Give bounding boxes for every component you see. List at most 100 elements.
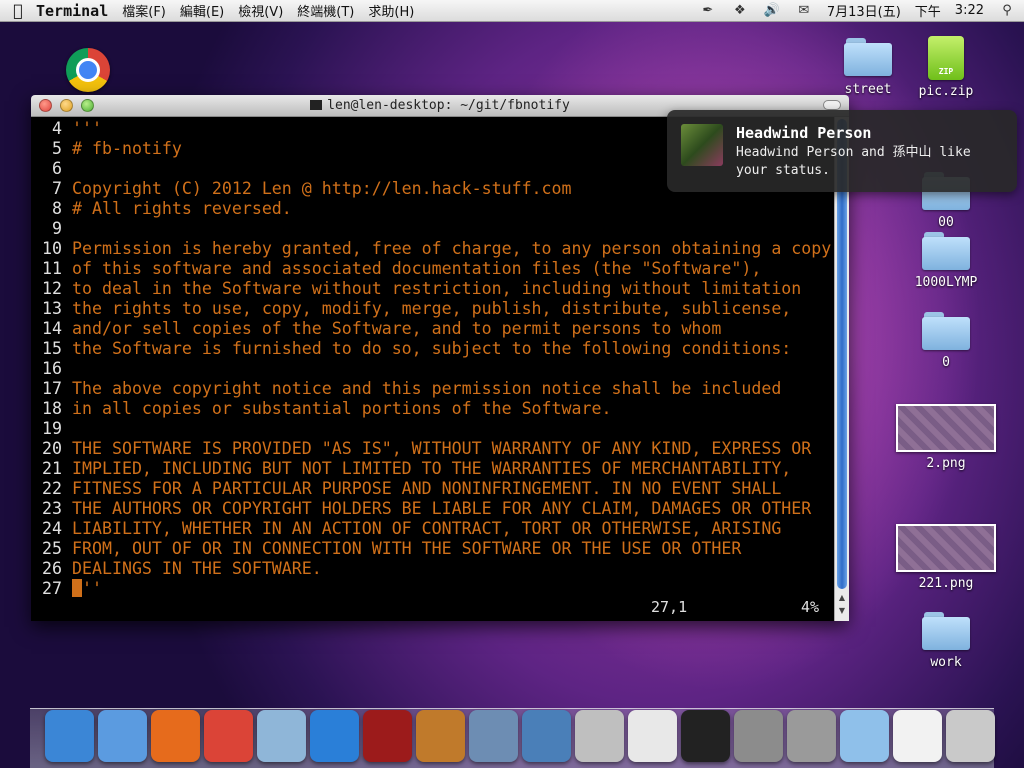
terminal-icon[interactable] xyxy=(681,710,730,762)
line-number: 22 xyxy=(42,479,62,498)
image-thumbnail xyxy=(896,524,996,572)
scroll-down-arrow-icon[interactable]: ▼ xyxy=(836,606,848,615)
code-line: 9 xyxy=(31,219,849,239)
line-number: 23 xyxy=(42,499,62,518)
menu-terminal[interactable]: 終端機(T) xyxy=(297,1,354,20)
line-text: The above copyright notice and this perm… xyxy=(72,379,782,398)
line-number: 13 xyxy=(42,299,62,318)
desktop-file-pic-zip[interactable]: ZIP pic.zip xyxy=(906,36,986,99)
cursor-position: 27,1 xyxy=(651,598,688,616)
line-number: 14 xyxy=(42,319,62,338)
scroll-percent: 4% xyxy=(800,598,819,616)
window-title-text: len@len-desktop: ~/git/fbnotify xyxy=(327,98,570,113)
notification-popup[interactable]: Headwind Person Headwind Person and 孫中山 … xyxy=(667,110,1017,192)
code-line: 12 to deal in the Software without restri… xyxy=(31,279,849,299)
code-line: 20 THE SOFTWARE IS PROVIDED "AS IS", WITH… xyxy=(31,439,849,459)
dropbox-icon[interactable]: ❖ xyxy=(731,3,749,18)
desktop-folder-work[interactable]: work xyxy=(906,612,986,670)
line-text: FITNESS FOR A PARTICULAR PURPOSE AND NON… xyxy=(72,479,782,498)
code-line: 11 of this software and associated docume… xyxy=(31,259,849,279)
code-line: 15 the Software is furnished to do so, su… xyxy=(31,339,849,359)
r-app-icon[interactable] xyxy=(893,710,942,762)
menu-file[interactable]: 檔案(F) xyxy=(122,1,166,20)
line-text: of this software and associated document… xyxy=(72,259,762,278)
desktop-icon-label: pic.zip xyxy=(918,84,974,99)
notification-message: Headwind Person and 孫中山 like your status… xyxy=(736,145,971,178)
iphoto-icon[interactable] xyxy=(416,710,465,762)
spotlight-search-icon[interactable]: ⚲ xyxy=(998,3,1016,18)
zip-badge: ZIP xyxy=(938,67,954,76)
app-name[interactable]: Terminal xyxy=(36,2,108,20)
scroll-up-arrow-icon[interactable]: ▲ xyxy=(836,593,848,602)
line-number: 6 xyxy=(52,159,62,178)
ampm-label[interactable]: 下午 xyxy=(915,1,941,20)
date-label[interactable]: 7月13日(五) xyxy=(827,1,901,20)
desktop-folder-street[interactable]: street xyxy=(828,38,908,97)
itunes-icon[interactable] xyxy=(310,710,359,762)
line-number: 20 xyxy=(42,439,62,458)
folder-icon xyxy=(844,38,892,76)
desktop-icon-label: 00 xyxy=(938,215,954,230)
mail-status-icon[interactable]: ✉ xyxy=(795,3,813,18)
line-number: 8 xyxy=(52,199,62,218)
dock xyxy=(45,702,995,762)
printer-icon[interactable] xyxy=(575,710,624,762)
mail-icon[interactable] xyxy=(257,710,306,762)
menu-view[interactable]: 檢視(V) xyxy=(238,1,283,20)
line-number: 10 xyxy=(42,239,62,258)
code-line: 13 the rights to use, copy, modify, merge… xyxy=(31,299,849,319)
desktop-file-2-png[interactable]: 2.png xyxy=(896,404,996,471)
folder-icon[interactable] xyxy=(840,710,889,762)
line-number: 16 xyxy=(42,359,62,378)
pen-icon[interactable]: ✒ xyxy=(699,3,717,18)
line-text: and/or sell copies of the Software, and … xyxy=(72,319,722,338)
anchor-icon[interactable] xyxy=(45,710,94,762)
code-line: 16 xyxy=(31,359,849,379)
line-text: ''' xyxy=(72,119,102,138)
line-text: to deal in the Software without restrict… xyxy=(72,279,802,298)
finder-icon[interactable] xyxy=(98,710,147,762)
desktop-file-221-png[interactable]: 221.png xyxy=(896,524,996,591)
line-text: # fb-notify xyxy=(72,139,182,158)
line-text-content: '' xyxy=(82,579,102,598)
terminal-icon xyxy=(310,100,323,110)
line-number: 4 xyxy=(52,119,62,138)
line-number: 26 xyxy=(42,559,62,578)
preview-icon[interactable] xyxy=(469,710,518,762)
terminal-content[interactable]: 4 ''' 5 # fb-notify 6 7 Copyright (C) 2012 Len… xyxy=(31,117,849,621)
line-text: Copyright (C) 2012 Len @ http://len.hack… xyxy=(72,179,572,198)
trash-icon[interactable] xyxy=(946,710,995,762)
desktop-folder-1000lymp[interactable]: 1000LYMP xyxy=(906,232,986,290)
line-text: IMPLIED, INCLUDING BUT NOT LIMITED TO TH… xyxy=(72,459,792,478)
apple-icon[interactable]:  xyxy=(0,1,36,20)
desktop-folder-0[interactable]: 0 xyxy=(906,312,986,370)
chrome-icon[interactable] xyxy=(204,710,253,762)
menu-edit[interactable]: 編輯(E) xyxy=(180,1,224,20)
line-text: THE SOFTWARE IS PROVIDED "AS IS", WITHOU… xyxy=(72,439,812,458)
calculator-icon[interactable] xyxy=(734,710,783,762)
clock[interactable]: 3:22 xyxy=(955,3,984,18)
code-line: 17 The above copyright notice and this pe… xyxy=(31,379,849,399)
line-number: 12 xyxy=(42,279,62,298)
toolbar-toggle-button[interactable] xyxy=(823,100,841,110)
chrome-desktop-icon[interactable] xyxy=(66,48,110,92)
desktop-icon-label: 2.png xyxy=(926,456,966,471)
desktop-icon-label: 221.png xyxy=(918,576,974,591)
code-line: 23 THE AUTHORS OR COPYRIGHT HOLDERS BE LI… xyxy=(31,499,849,519)
vertical-scrollbar[interactable]: ▲ ▼ xyxy=(834,117,849,621)
desktop-icon-label: 0 xyxy=(942,355,950,370)
line-text: the Software is furnished to do so, subj… xyxy=(72,339,792,358)
system-prefs-icon[interactable] xyxy=(787,710,836,762)
zip-file-icon: ZIP xyxy=(928,36,964,80)
folder-icon xyxy=(922,232,970,270)
textedit-icon[interactable] xyxy=(628,710,677,762)
line-text: FROM, OUT OF OR IN CONNECTION WITH THE S… xyxy=(72,539,742,558)
line-number: 24 xyxy=(42,519,62,538)
scanner-icon[interactable] xyxy=(522,710,571,762)
menu-help[interactable]: 求助(H) xyxy=(368,1,414,20)
firefox-icon[interactable] xyxy=(151,710,200,762)
notification-title: Headwind Person xyxy=(736,124,872,142)
photobooth-icon[interactable] xyxy=(363,710,412,762)
volume-icon[interactable]: 🔊 xyxy=(763,3,781,18)
line-text: the rights to use, copy, modify, merge, … xyxy=(72,299,792,318)
